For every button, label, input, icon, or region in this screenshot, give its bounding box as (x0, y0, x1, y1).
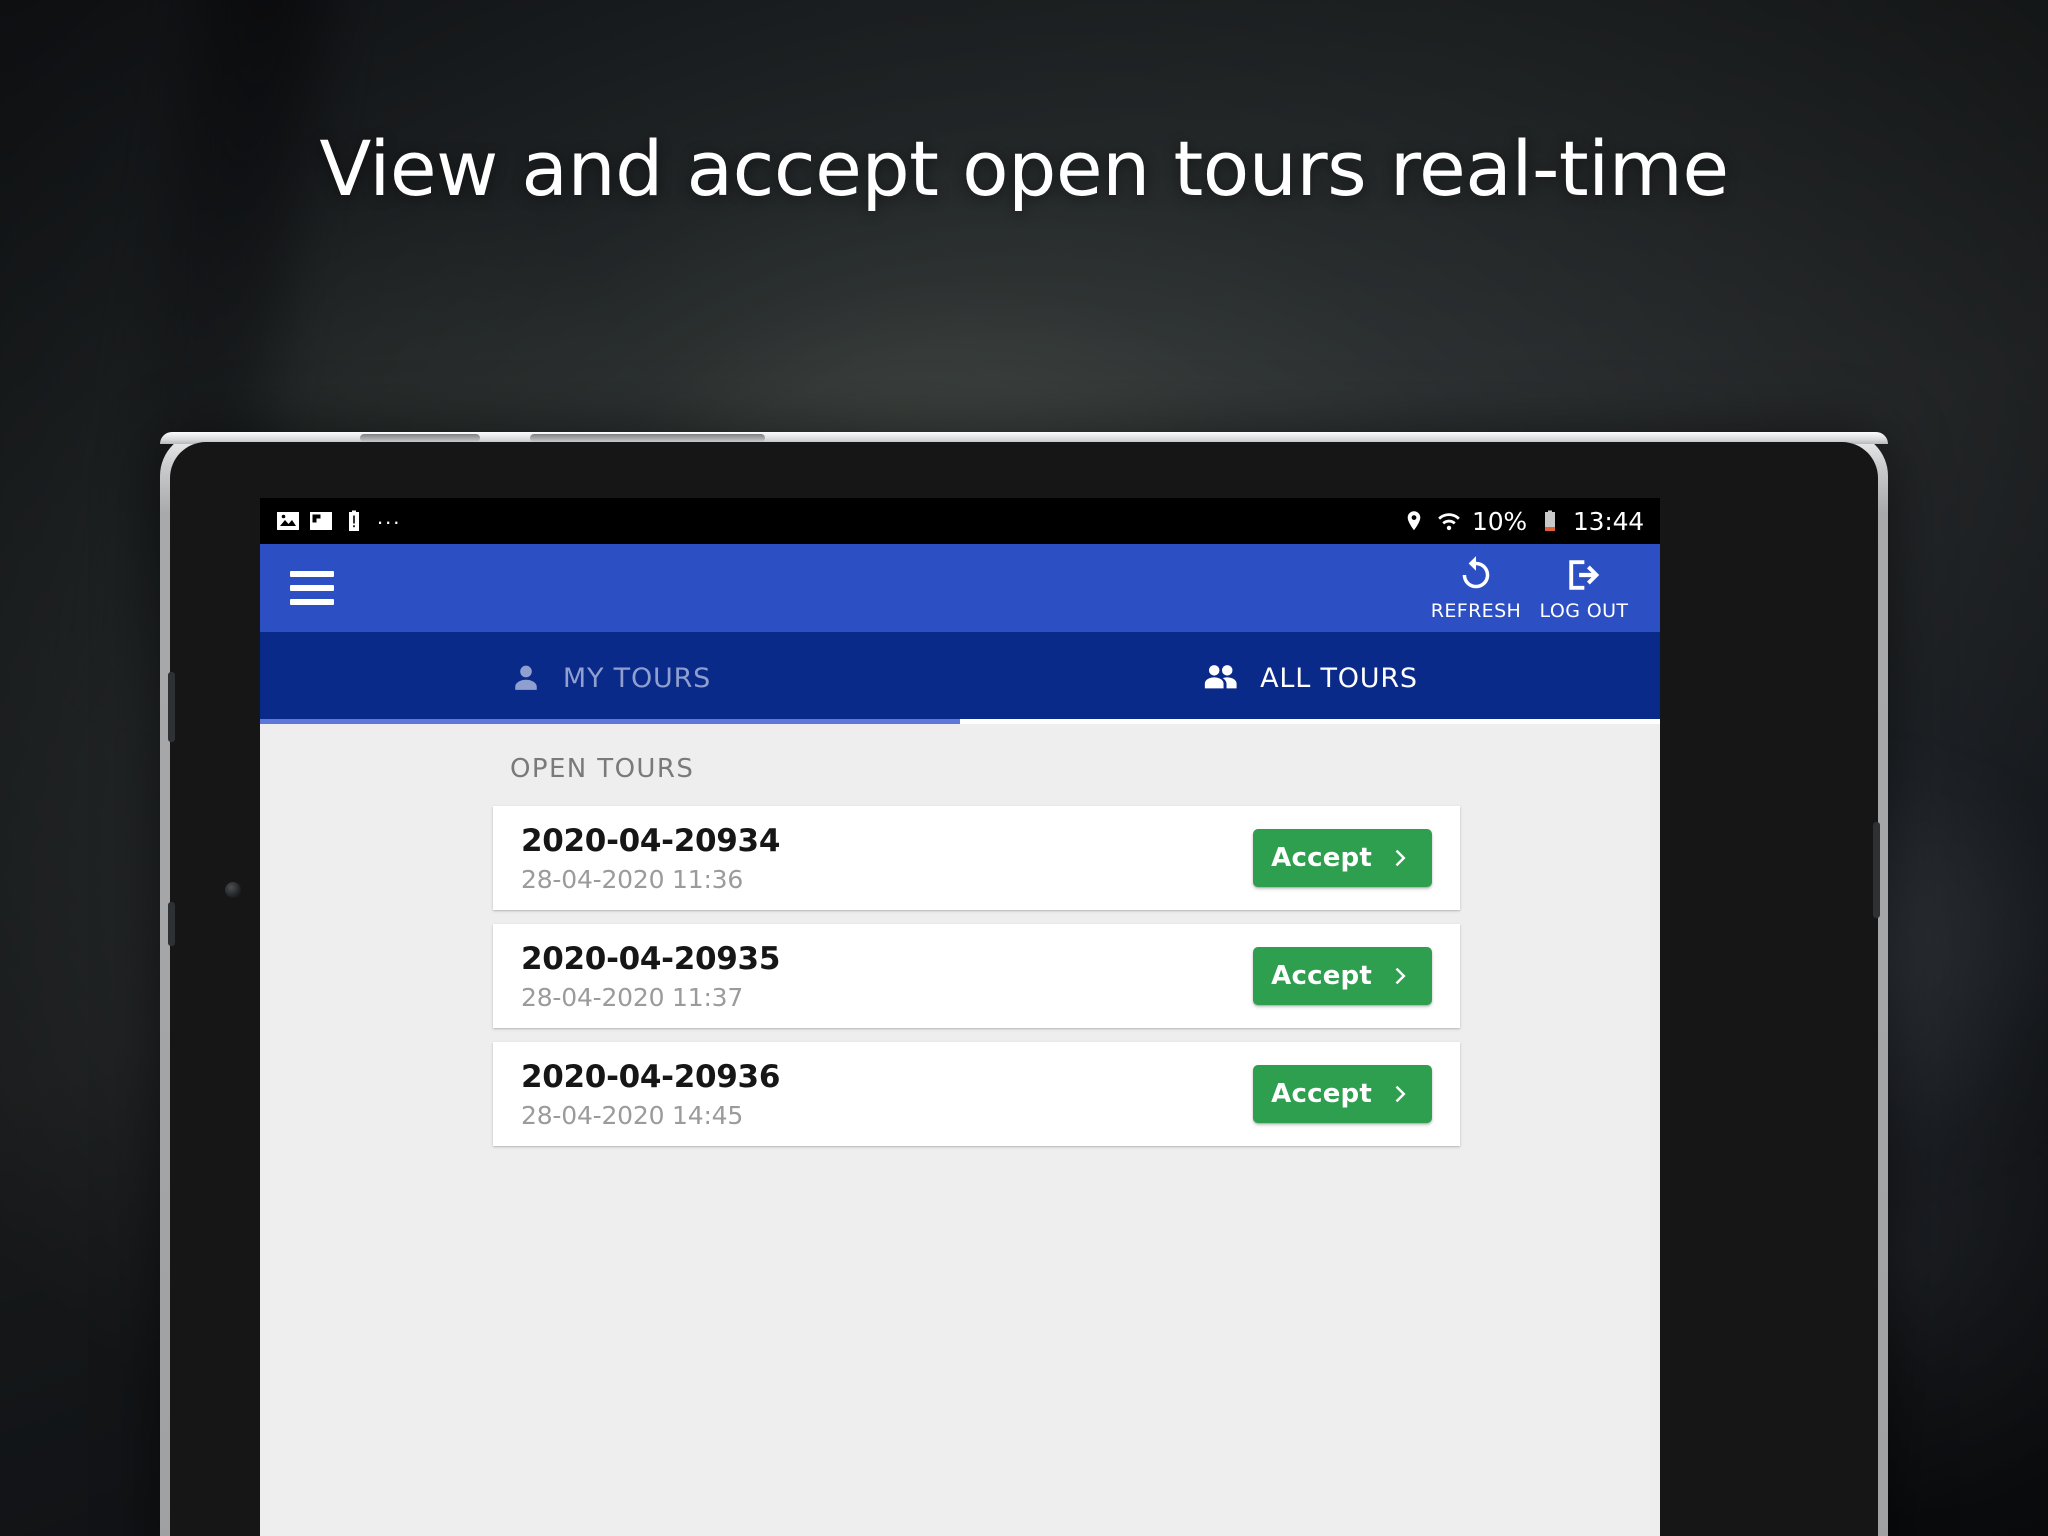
screenshot-stage: View and accept open tours real-time ...… (0, 0, 2048, 1536)
location-pin-icon (1407, 511, 1421, 531)
status-bar-clock: 13:44 (1572, 506, 1644, 536)
accept-button[interactable]: Accept (1253, 1065, 1432, 1123)
battery-low-icon (1544, 510, 1555, 531)
tab-my-tours-label: MY TOURS (562, 662, 712, 694)
accept-button-label: Accept (1271, 961, 1372, 991)
image-icon (277, 512, 299, 530)
tab-indicator-inactive-track (260, 719, 960, 724)
tablet-top-button-left (360, 434, 480, 442)
tour-info: 2020-04-20936 28-04-2020 14:45 (521, 1059, 1253, 1130)
chevron-right-icon (1395, 967, 1406, 985)
chevron-right-icon (1395, 849, 1406, 867)
tab-all-tours[interactable]: ALL TOURS (960, 632, 1660, 724)
tour-id: 2020-04-20936 (521, 1058, 781, 1095)
people-icon (1204, 665, 1237, 689)
tab-my-tours[interactable]: MY TOURS (260, 632, 960, 724)
hamburger-bar-3 (290, 599, 334, 605)
status-bar-notifications: ... (276, 504, 1402, 533)
tablet-bezel: ... 10% 13:44 REFRESH LOG OUT MY TOURS A… (168, 442, 1880, 1536)
chevron-right-icon (1395, 1085, 1406, 1103)
accept-button-label: Accept (1271, 1079, 1372, 1109)
tablet-side-button-lower (168, 902, 175, 946)
tab-indicator-active (960, 719, 1660, 724)
tab-all-tours-label: ALL TOURS (1260, 662, 1418, 694)
status-bar-system-icons: 10% 13:44 (1402, 507, 1644, 536)
tablet-top-button-right (530, 434, 765, 442)
refresh-button[interactable]: REFRESH (1422, 554, 1530, 622)
android-status-bar: ... 10% 13:44 (260, 498, 1660, 544)
table-row[interactable]: 2020-04-20935 28-04-2020 11:37 Accept (493, 924, 1460, 1028)
device-screen: ... 10% 13:44 REFRESH LOG OUT MY TOURS A… (260, 498, 1660, 1536)
app-bar: REFRESH LOG OUT (260, 544, 1660, 632)
table-row[interactable]: 2020-04-20934 28-04-2020 11:36 Accept (493, 806, 1460, 910)
person-icon (515, 665, 537, 690)
battery-percent-label: 10% (1471, 506, 1527, 536)
logout-icon (1569, 560, 1600, 590)
accept-button[interactable]: Accept (1253, 947, 1432, 1005)
logout-button-label: LOG OUT (1539, 600, 1629, 622)
tour-datetime: 28-04-2020 11:37 (521, 982, 744, 1012)
tour-info: 2020-04-20934 28-04-2020 11:36 (521, 823, 1253, 894)
tab-bar: MY TOURS ALL TOURS (260, 632, 1660, 724)
accept-button-label: Accept (1271, 843, 1372, 873)
battery-alert-icon (349, 510, 359, 531)
table-row[interactable]: 2020-04-20936 28-04-2020 14:45 Accept (493, 1042, 1460, 1146)
hamburger-bar-1 (290, 571, 334, 577)
promo-headline: View and accept open tours real-time (319, 124, 1729, 213)
open-tours-list: 2020-04-20934 28-04-2020 11:36 Accept 20… (493, 806, 1460, 1146)
tour-id: 2020-04-20935 (521, 940, 781, 977)
hamburger-menu-icon[interactable] (290, 571, 334, 605)
section-title-open-tours: OPEN TOURS (510, 754, 695, 784)
tour-datetime: 28-04-2020 14:45 (521, 1100, 744, 1130)
hamburger-bar-2 (290, 585, 334, 591)
tour-id: 2020-04-20934 (521, 822, 781, 859)
tablet-device-frame: ... 10% 13:44 REFRESH LOG OUT MY TOURS A… (160, 432, 1888, 1536)
tours-list-panel: OPEN TOURS 2020-04-20934 28-04-2020 11:3… (260, 724, 1660, 1536)
tablet-side-button-right (1873, 822, 1880, 918)
refresh-button-label: REFRESH (1430, 600, 1522, 622)
logout-button[interactable]: LOG OUT (1530, 554, 1638, 622)
flipboard-icon (310, 512, 332, 530)
tablet-side-button-upper (168, 672, 175, 742)
wifi-icon (1438, 513, 1460, 531)
status-bar-overflow-dots: ... (377, 504, 402, 529)
front-camera-icon (225, 882, 241, 898)
accept-button[interactable]: Accept (1253, 829, 1432, 887)
tour-datetime: 28-04-2020 11:36 (521, 864, 744, 894)
refresh-icon (1462, 556, 1490, 589)
tour-info: 2020-04-20935 28-04-2020 11:37 (521, 941, 1253, 1012)
